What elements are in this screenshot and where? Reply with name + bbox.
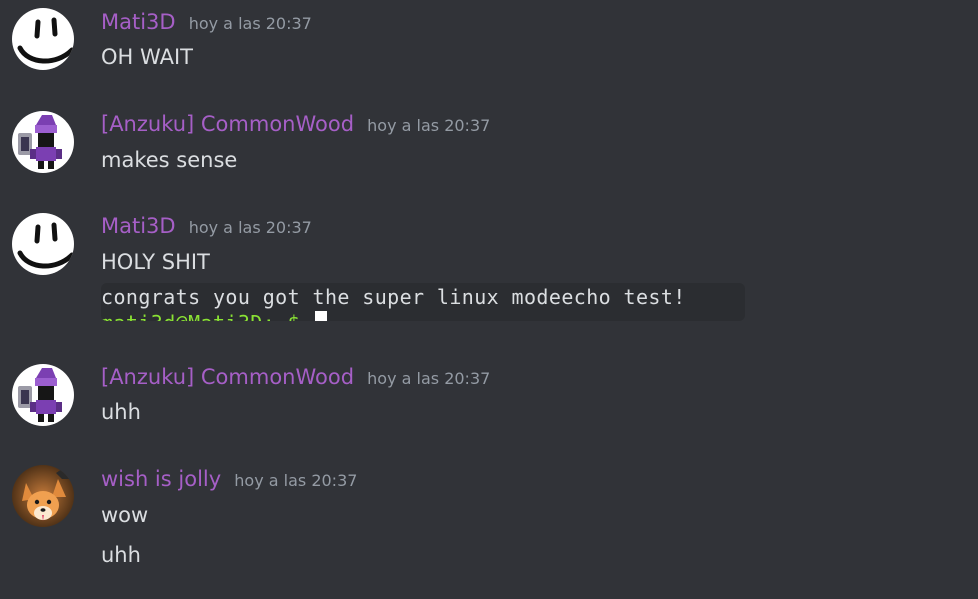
message-text: uhh [101, 400, 141, 424]
message-header: Mati3D hoy a las 20:37 [101, 10, 312, 38]
username[interactable]: Mati3D [101, 214, 176, 238]
smiley-face-icon [12, 8, 74, 70]
message-header: Mati3D hoy a las 20:37 [101, 214, 312, 242]
timestamp[interactable]: hoy a las 20:37 [367, 116, 490, 135]
message: Mati3D hoy a las 20:37 OH WAIT [0, 0, 978, 100]
message-text: wow [101, 503, 149, 527]
terminal-cursor [315, 311, 327, 321]
fox-bat-icon [12, 465, 74, 527]
terminal-prompt-line: mati3d@Mati3D:~$ [101, 311, 300, 321]
message: [Anzuku] CommonWood hoy a las 20:37 uhh [0, 352, 978, 452]
smiley-face-icon [12, 213, 74, 275]
message-header: [Anzuku] CommonWood hoy a las 20:37 [101, 365, 490, 393]
message-text: uhh [101, 543, 141, 567]
message: [Anzuku] CommonWood hoy a las 20:37 make… [0, 100, 978, 200]
message-list: Mati3D hoy a las 20:37 OH WAIT [Anzuku] … [0, 0, 978, 599]
terminal-output-line: congrats you got the super linux modeech… [101, 285, 686, 309]
message-header: wish is jolly hoy a las 20:37 [101, 467, 357, 495]
username[interactable]: wish is jolly [101, 467, 221, 491]
message-header: [Anzuku] CommonWood hoy a las 20:37 [101, 112, 490, 140]
avatar[interactable] [12, 111, 74, 173]
avatar[interactable] [12, 364, 74, 426]
username[interactable]: Mati3D [101, 10, 176, 34]
avatar[interactable] [12, 465, 74, 527]
username[interactable]: [Anzuku] CommonWood [101, 365, 354, 389]
message: wish is jolly hoy a las 20:37 wow uhh [0, 452, 978, 599]
avatar[interactable] [12, 8, 74, 70]
timestamp[interactable]: hoy a las 20:37 [367, 369, 490, 388]
message-text: makes sense [101, 148, 238, 172]
username[interactable]: [Anzuku] CommonWood [101, 112, 354, 136]
purple-robot-icon [12, 111, 74, 173]
message-text: OH WAIT [101, 45, 193, 69]
message: Mati3D hoy a las 20:37 HOLY SHIT congrat… [0, 200, 978, 350]
purple-robot-icon [12, 364, 74, 426]
avatar[interactable] [12, 213, 74, 275]
message-text: HOLY SHIT [101, 250, 210, 274]
timestamp[interactable]: hoy a las 20:37 [189, 14, 312, 33]
timestamp[interactable]: hoy a las 20:37 [234, 471, 357, 490]
timestamp[interactable]: hoy a las 20:37 [189, 218, 312, 237]
terminal-screenshot-image[interactable]: congrats you got the super linux modeech… [101, 283, 745, 321]
